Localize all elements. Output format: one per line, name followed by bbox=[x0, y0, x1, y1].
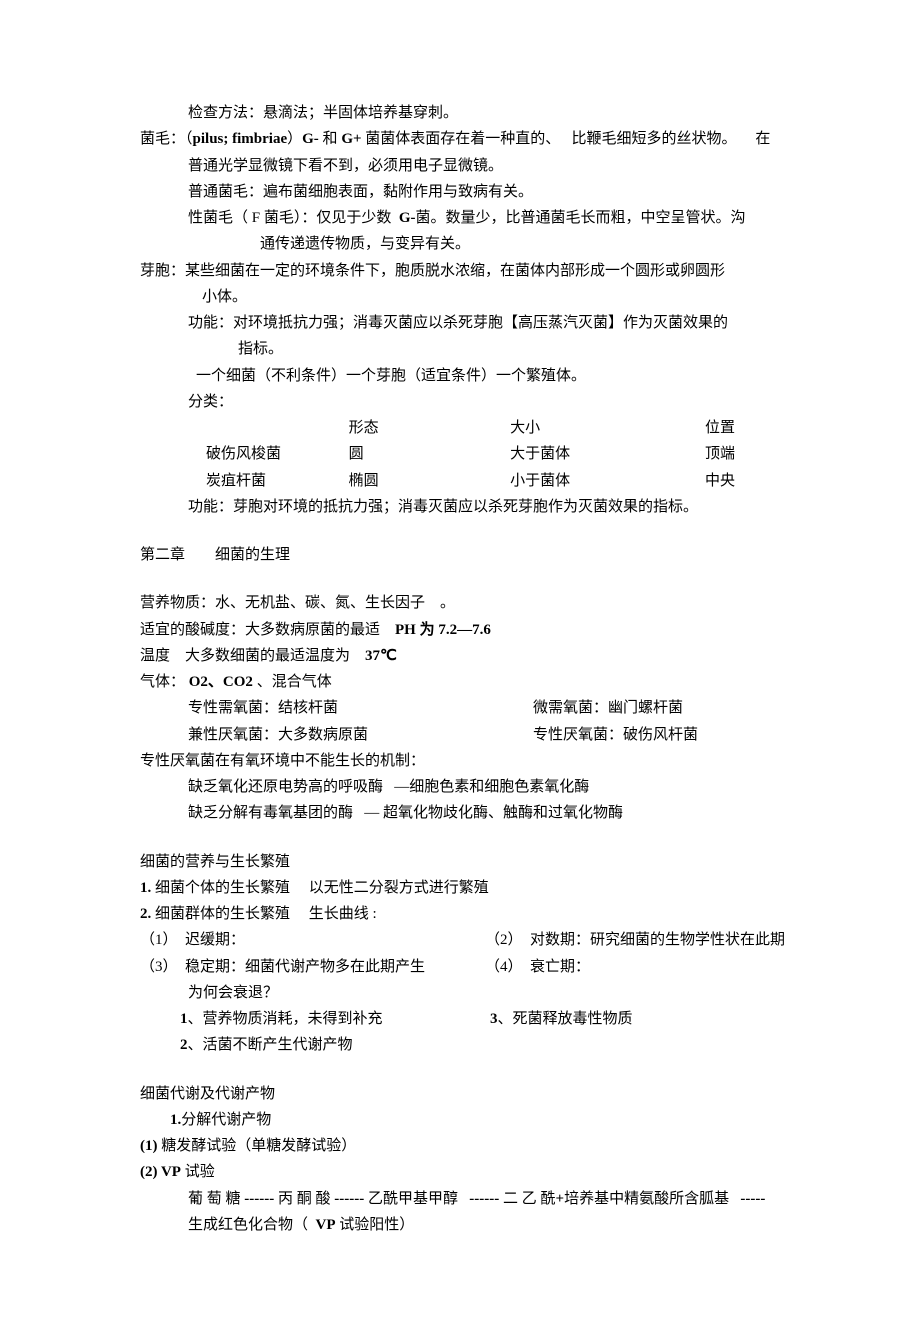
table-row: 炭疽杆菌 椭圆 小于菌体 中央 bbox=[140, 468, 800, 494]
text-line: 专性需氧菌：结核杆菌 微需氧菌：幽门螺杆菌 bbox=[140, 695, 800, 721]
table-header: 形态 大小 位置 bbox=[140, 415, 800, 441]
text-line: 为何会衰退？ bbox=[140, 980, 800, 1006]
text-line: （1） 迟缓期： （2） 对数期：研究细菌的生物学性状在此期 bbox=[140, 927, 800, 953]
text-line: 性菌毛（ F 菌毛）：仅见于少数 G-菌。数量少，比普通菌毛长而粗，中空呈管状。… bbox=[140, 205, 800, 231]
text-line: 1.分解代谢产物 bbox=[140, 1107, 800, 1133]
text-line: (2) VP 试验 bbox=[140, 1159, 800, 1185]
text-line: 小体。 bbox=[140, 284, 800, 310]
text-line: 温度 大多数细菌的最适温度为 37℃ bbox=[140, 643, 800, 669]
text-line: 1. 细菌个体的生长繁殖 以无性二分裂方式进行繁殖 bbox=[140, 875, 800, 901]
text-line: 适宜的酸碱度：大多数病原菌的最适 PH 为 7.2—7.6 bbox=[140, 617, 800, 643]
text-line: 分类： bbox=[140, 389, 800, 415]
text-line: 芽胞：某些细菌在一定的环境条件下，胞质脱水浓缩，在菌体内部形成一个圆形或卵圆形 bbox=[140, 258, 800, 284]
text-line: 功能：芽胞对环境的抵抗力强；消毒灭菌应以杀死芽胞作为灭菌效果的指标。 bbox=[140, 494, 800, 520]
text-line: 指标。 bbox=[140, 336, 800, 362]
text-line: （3） 稳定期：细菌代谢产物多在此期产生 （4） 衰亡期： bbox=[140, 954, 800, 980]
text-line: 气体： O2、CO2 、混合气体 bbox=[140, 669, 800, 695]
text-line: 1、营养物质消耗，未得到补充 3、死菌释放毒性物质 bbox=[140, 1006, 800, 1032]
text-line: 普通光学显微镜下看不到，必须用电子显微镜。 bbox=[140, 153, 800, 179]
text-line: 葡 萄 糖 ------ 丙 酮 酸 ------ 乙酰甲基甲醇 ------ … bbox=[140, 1186, 800, 1212]
text-line: 通传递遗传物质，与变异有关。 bbox=[140, 231, 800, 257]
text-line: 菌毛：（pilus; fimbriae）G- 和 G+ 菌菌体表面存在着一种直的… bbox=[140, 126, 800, 152]
text-line: (1) 糖发酵试验（单糖发酵试验） bbox=[140, 1133, 800, 1159]
text-line: 检查方法：悬滴法；半固体培养基穿刺。 bbox=[140, 100, 800, 126]
text-line: 2、活菌不断产生代谢产物 bbox=[140, 1032, 800, 1058]
text-line: 营养物质：水、无机盐、碳、氮、生长因子 。 bbox=[140, 590, 800, 616]
text-line: 功能：对环境抵抗力强；消毒灭菌应以杀死芽胞【高压蒸汽灭菌】作为灭菌效果的 bbox=[140, 310, 800, 336]
text-line: 缺乏分解有毒氧基团的酶 — 超氧化物歧化酶、触酶和过氧化物酶 bbox=[140, 800, 800, 826]
section-heading: 细菌代谢及代谢产物 bbox=[140, 1081, 800, 1107]
text-line: 一个细菌（不利条件）一个芽胞（适宜条件）一个繁殖体。 bbox=[140, 363, 800, 389]
text-line: 2. 细菌群体的生长繁殖 生长曲线 : bbox=[140, 901, 800, 927]
text-line: 普通菌毛：遍布菌细胞表面，黏附作用与致病有关。 bbox=[140, 179, 800, 205]
text-line: 缺乏氧化还原电势高的呼吸酶 —细胞色素和细胞色素氧化酶 bbox=[140, 774, 800, 800]
text-line: 兼性厌氧菌：大多数病原菌 专性厌氧菌：破伤风杆菌 bbox=[140, 722, 800, 748]
table-row: 破伤风梭菌 圆 大于菌体 顶端 bbox=[140, 441, 800, 467]
text-line: 专性厌氧菌在有氧环境中不能生长的机制： bbox=[140, 748, 800, 774]
section-heading: 细菌的营养与生长繁殖 bbox=[140, 849, 800, 875]
chapter-heading: 第二章 细菌的生理 bbox=[140, 542, 800, 568]
text-line: 生成红色化合物（ VP 试验阳性） bbox=[140, 1212, 800, 1238]
